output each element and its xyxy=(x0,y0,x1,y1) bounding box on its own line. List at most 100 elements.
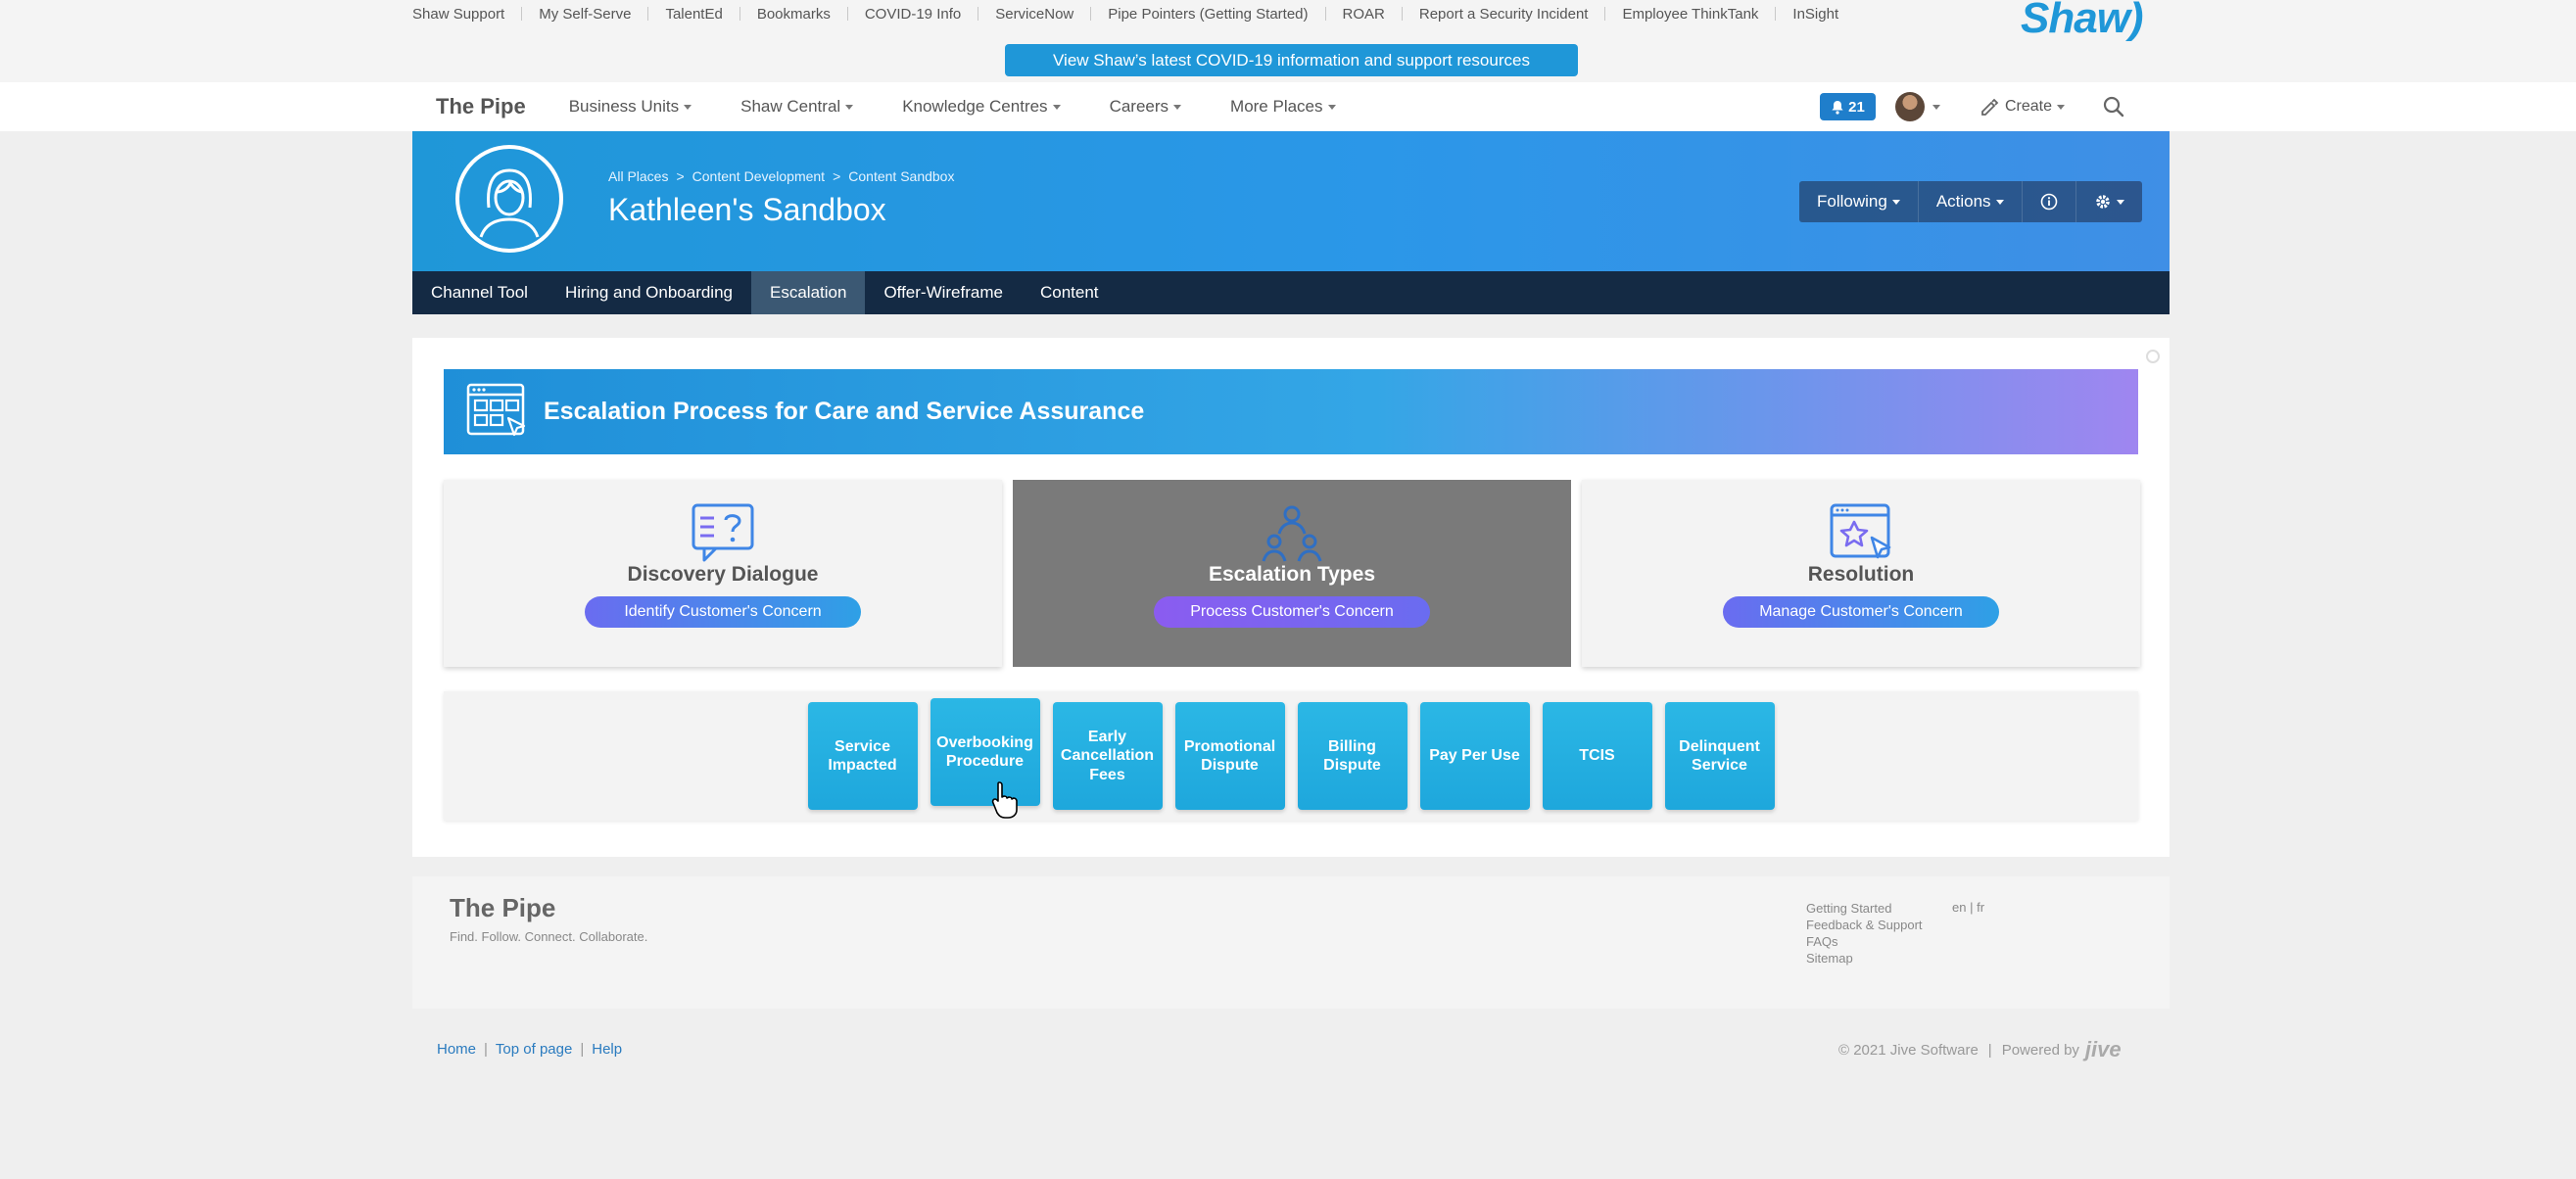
tile-tcis[interactable]: TCIS xyxy=(1542,702,1652,810)
search-icon[interactable] xyxy=(2102,95,2125,118)
identify-concern-button[interactable]: Identify Customer's Concern xyxy=(585,596,861,628)
util-link-security-incident[interactable]: Report a Security Incident xyxy=(1419,6,1589,23)
bell-icon xyxy=(1832,100,1843,115)
nav-label: Shaw Central xyxy=(740,97,841,116)
place-avatar xyxy=(455,145,563,253)
util-link-roar[interactable]: ROAR xyxy=(1343,6,1385,23)
tile-label: Delinquent Service xyxy=(1679,737,1760,775)
util-link-my-self-serve[interactable]: My Self-Serve xyxy=(539,6,631,23)
place-tabs: Channel Tool Hiring and Onboarding Escal… xyxy=(412,271,2170,314)
nav-label: Careers xyxy=(1109,97,1169,116)
lang-en[interactable]: en xyxy=(1952,900,1966,915)
brand-link[interactable]: The Pipe xyxy=(436,94,526,119)
tile-delinquent-service[interactable]: Delinquent Service xyxy=(1664,702,1775,810)
tab-hiring-onboarding[interactable]: Hiring and Onboarding xyxy=(547,271,751,314)
util-link-covid-info[interactable]: COVID-19 Info xyxy=(865,6,961,23)
link-home[interactable]: Home xyxy=(437,1041,476,1058)
breadcrumb: All Places > Content Development > Conte… xyxy=(608,168,954,184)
shaw-logo[interactable]: Shaw) xyxy=(2021,0,2144,43)
tile-overbooking-procedure[interactable]: Overbooking Procedure xyxy=(930,698,1040,806)
nav-business-units[interactable]: Business Units xyxy=(569,97,692,117)
tile-line: Overbooking xyxy=(936,733,1033,751)
card-discovery-dialogue[interactable]: Discovery Dialogue Identify Customer's C… xyxy=(444,480,1002,667)
footer-link-faqs[interactable]: FAQs xyxy=(1806,933,1923,950)
nav-label: Business Units xyxy=(568,97,680,116)
tab-offer-wireframe[interactable]: Offer-Wireframe xyxy=(865,271,1022,314)
util-link-bookmarks[interactable]: Bookmarks xyxy=(757,6,831,23)
card-escalation-types[interactable]: Escalation Types Process Customer's Conc… xyxy=(1013,480,1571,667)
footer-link-getting-started[interactable]: Getting Started xyxy=(1806,900,1923,917)
util-link-employee-thinktank[interactable]: Employee ThinkTank xyxy=(1622,6,1758,23)
footer-link-feedback[interactable]: Feedback & Support xyxy=(1806,917,1923,933)
following-button[interactable]: Following xyxy=(1799,181,1919,222)
tile-pay-per-use[interactable]: Pay Per Use xyxy=(1419,702,1530,810)
footer-link-sitemap[interactable]: Sitemap xyxy=(1806,950,1923,967)
tile-line: Dispute xyxy=(1323,757,1381,774)
divider xyxy=(1324,7,1326,21)
copyright-text: © 2021 Jive Software xyxy=(1838,1041,1979,1059)
breadcrumb-content-sandbox[interactable]: Content Sandbox xyxy=(848,168,954,184)
actions-button[interactable]: Actions xyxy=(1919,181,2023,222)
divider xyxy=(1775,7,1777,21)
utility-bar: Shaw Support My Self-Serve TalentEd Book… xyxy=(0,0,2576,82)
tile-label: Service Impacted xyxy=(828,737,896,775)
create-button[interactable]: Create xyxy=(1980,97,2066,117)
info-button[interactable] xyxy=(2023,181,2076,222)
util-link-talented[interactable]: TalentEd xyxy=(665,6,722,23)
lang-fr[interactable]: fr xyxy=(1977,900,1984,915)
breadcrumb-content-development[interactable]: Content Development xyxy=(692,168,825,184)
nav-label: Knowledge Centres xyxy=(902,97,1048,116)
card-title: Resolution xyxy=(1807,563,1915,586)
divider xyxy=(1401,7,1403,21)
footer-tagline: Find. Follow. Connect. Collaborate. xyxy=(450,929,648,944)
create-label: Create xyxy=(2005,98,2053,115)
card-resolution[interactable]: Resolution Manage Customer's Concern xyxy=(1582,480,2140,667)
nav-shaw-central[interactable]: Shaw Central xyxy=(740,97,854,117)
tile-line: Service xyxy=(1692,757,1747,774)
people-network-icon xyxy=(1262,505,1322,562)
content-panel: Escalation Process for Care and Service … xyxy=(412,338,2170,857)
tab-channel-tool[interactable]: Channel Tool xyxy=(412,271,547,314)
footer-brand[interactable]: The Pipe xyxy=(450,893,555,923)
breadcrumb-separator: > xyxy=(676,168,685,184)
tab-escalation[interactable]: Escalation xyxy=(751,271,866,314)
nav-more-places[interactable]: More Places xyxy=(1230,97,1336,117)
notification-count: 21 xyxy=(1848,98,1865,116)
tab-content[interactable]: Content xyxy=(1022,271,1118,314)
tile-line: Service xyxy=(835,737,890,755)
woman-avatar-icon xyxy=(479,168,540,238)
util-link-shaw-support[interactable]: Shaw Support xyxy=(412,6,504,23)
caret-down-icon xyxy=(1052,104,1061,110)
link-top-of-page[interactable]: Top of page xyxy=(496,1041,572,1058)
user-avatar[interactable] xyxy=(1895,92,1925,121)
util-link-insight[interactable]: InSight xyxy=(1792,6,1838,23)
process-concern-button[interactable]: Process Customer's Concern xyxy=(1154,596,1430,628)
caret-down-icon xyxy=(2057,104,2066,110)
manage-concern-button[interactable]: Manage Customer's Concern xyxy=(1723,596,1999,628)
breadcrumb-all-places[interactable]: All Places xyxy=(608,168,668,184)
jive-logo[interactable]: jive xyxy=(2085,1037,2122,1062)
util-link-pipe-pointers[interactable]: Pipe Pointers (Getting Started) xyxy=(1108,6,1308,23)
card-title: Discovery Dialogue xyxy=(627,563,819,586)
notifications-button[interactable]: 21 xyxy=(1820,93,1876,120)
widget-settings-icon[interactable] xyxy=(2146,350,2160,363)
caret-down-icon[interactable] xyxy=(1932,104,1940,110)
tile-early-cancellation-fees[interactable]: Early Cancellation Fees xyxy=(1052,702,1163,810)
tile-line: Impacted xyxy=(828,757,897,774)
tile-service-impacted[interactable]: Service Impacted xyxy=(807,702,918,810)
tile-billing-dispute[interactable]: Billing Dispute xyxy=(1297,702,1407,810)
tile-promotional-dispute[interactable]: Promotional Dispute xyxy=(1174,702,1285,810)
main-nav: The Pipe Business Units Shaw Central Kno… xyxy=(0,82,2576,131)
nav-knowledge-centres[interactable]: Knowledge Centres xyxy=(902,97,1061,117)
tile-label: Early Cancellation Fees xyxy=(1061,728,1154,784)
place-header: All Places > Content Development > Conte… xyxy=(412,131,2170,271)
covid-banner-button[interactable]: View Shaw’s latest COVID-19 information … xyxy=(1005,44,1578,76)
breadcrumb-separator: > xyxy=(833,168,841,184)
divider: | xyxy=(1987,1041,1992,1059)
nav-careers[interactable]: Careers xyxy=(1109,97,1182,117)
divider xyxy=(521,7,523,21)
settings-button[interactable] xyxy=(2076,181,2142,222)
util-link-servicenow[interactable]: ServiceNow xyxy=(995,6,1073,23)
link-help[interactable]: Help xyxy=(592,1041,622,1058)
place-action-bar: Following Actions xyxy=(1799,181,2142,222)
